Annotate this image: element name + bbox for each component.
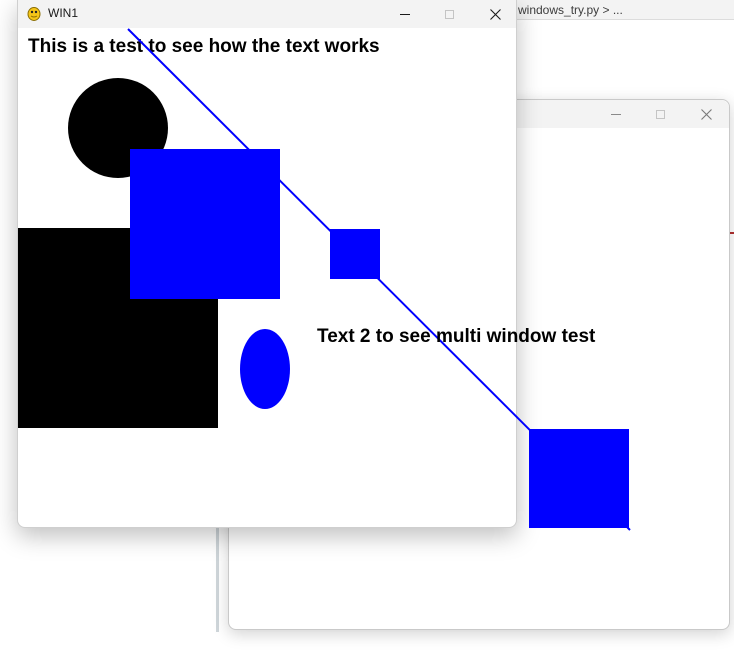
window-2-close-button[interactable] [683, 100, 729, 128]
editor-breadcrumb[interactable]: windows_try.py > ... [516, 0, 734, 20]
window-1-canvas [18, 78, 380, 428]
blue-ellipse [240, 329, 290, 409]
window-2-text: Text 2 to see multi window test [317, 326, 596, 347]
window-2-maximize-button[interactable] [637, 100, 683, 128]
breadcrumb-text: windows_try.py > ... [518, 3, 623, 17]
window-1[interactable]: WIN1 This is a test to see how the text … [17, 0, 517, 528]
window-1-text: This is a test to see how the text works [28, 36, 380, 57]
background-panel [0, 520, 218, 632]
minimize-icon [611, 113, 621, 115]
blue-square-large [130, 149, 280, 299]
close-icon [700, 108, 712, 120]
window-2-minimize-button[interactable] [593, 100, 639, 128]
background-divider [216, 528, 219, 632]
maximize-icon [655, 109, 665, 119]
blue-square-small [330, 229, 380, 279]
